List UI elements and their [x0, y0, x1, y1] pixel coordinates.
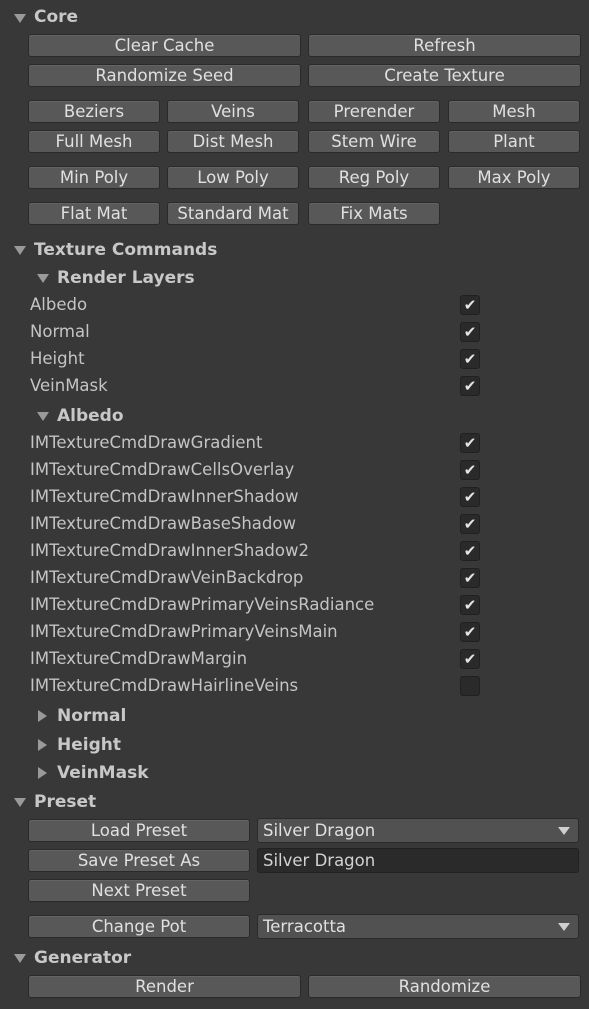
checkbox-label: Albedo — [30, 295, 88, 314]
beziers-button[interactable]: Beziers — [28, 100, 160, 123]
checkbox-label: Normal — [30, 322, 90, 341]
plant-button[interactable]: Plant — [448, 130, 580, 153]
section-core-title[interactable]: Core — [34, 7, 78, 27]
mesh-button[interactable]: Mesh — [448, 100, 580, 123]
render-layers-title[interactable]: Render Layers — [57, 268, 195, 288]
expand-arrow-icon[interactable] — [14, 798, 26, 807]
checkbox-label: IMTextureCmdDrawMargin — [30, 649, 248, 668]
collapsed-arrow-icon[interactable] — [38, 767, 47, 779]
dropdown-arrow-icon — [558, 923, 570, 931]
checkmark-icon: ✔ — [463, 569, 477, 587]
checkbox-checked[interactable]: ✔ — [460, 349, 480, 369]
preset-name-field[interactable]: Silver Dragon — [257, 848, 579, 873]
checkmark-icon: ✔ — [463, 461, 477, 479]
expand-arrow-icon[interactable] — [14, 14, 26, 23]
next-preset-button[interactable]: Next Preset — [28, 879, 250, 902]
flat-mat-button[interactable]: Flat Mat — [28, 202, 160, 225]
checkbox-label: IMTextureCmdDrawCellsOverlay — [30, 460, 295, 479]
checkbox-label: IMTextureCmdDrawVeinBackdrop — [30, 568, 304, 587]
checkbox-checked[interactable]: ✔ — [460, 487, 480, 507]
fix-mats-button[interactable]: Fix Mats — [308, 202, 440, 225]
checkbox-checked[interactable]: ✔ — [460, 649, 480, 669]
full-mesh-button[interactable]: Full Mesh — [28, 130, 160, 153]
albedo-title[interactable]: Albedo — [57, 406, 124, 426]
checkmark-icon: ✔ — [463, 515, 477, 533]
checkbox-checked[interactable]: ✔ — [460, 568, 480, 588]
collapsed-arrow-icon[interactable] — [38, 710, 47, 722]
checkbox-label: IMTextureCmdDrawHairlineVeins — [30, 676, 299, 695]
veinmask-foldout-title[interactable]: VeinMask — [57, 763, 149, 783]
section-preset-title[interactable]: Preset — [34, 792, 96, 812]
clear-cache-button[interactable]: Clear Cache — [28, 34, 301, 57]
change-pot-button[interactable]: Change Pot — [28, 915, 250, 938]
veins-button[interactable]: Veins — [167, 100, 299, 123]
checkmark-icon: ✔ — [463, 488, 477, 506]
checkbox-label: Height — [30, 349, 85, 368]
expand-arrow-icon[interactable] — [37, 412, 49, 421]
checkbox-checked[interactable]: ✔ — [460, 595, 480, 615]
checkmark-icon: ✔ — [463, 350, 477, 368]
expand-arrow-icon[interactable] — [14, 954, 26, 963]
section-generator-title[interactable]: Generator — [34, 948, 131, 968]
reg-poly-button[interactable]: Reg Poly — [308, 166, 440, 189]
low-poly-button[interactable]: Low Poly — [167, 166, 299, 189]
checkbox-label: VeinMask — [30, 376, 108, 395]
refresh-button[interactable]: Refresh — [308, 34, 581, 57]
standard-mat-button[interactable]: Standard Mat — [167, 202, 299, 225]
checkmark-icon: ✔ — [463, 434, 477, 452]
min-poly-button[interactable]: Min Poly — [28, 166, 160, 189]
pot-dropdown-value: Terracotta — [263, 917, 347, 936]
checkbox-label: IMTextureCmdDrawGradient — [30, 433, 263, 452]
normal-foldout-title[interactable]: Normal — [57, 706, 126, 726]
preset-dropdown[interactable]: Silver Dragon — [257, 818, 579, 843]
load-preset-button[interactable]: Load Preset — [28, 819, 250, 842]
checkbox-label: IMTextureCmdDrawPrimaryVeinsMain — [30, 622, 338, 641]
checkbox-checked[interactable]: ✔ — [460, 376, 480, 396]
max-poly-button[interactable]: Max Poly — [448, 166, 580, 189]
checkbox-checked[interactable]: ✔ — [460, 322, 480, 342]
checkbox-checked[interactable]: ✔ — [460, 433, 480, 453]
checkmark-icon: ✔ — [463, 296, 477, 314]
checkbox-checked[interactable]: ✔ — [460, 541, 480, 561]
render-button[interactable]: Render — [28, 975, 301, 998]
dropdown-arrow-icon — [558, 827, 570, 835]
checkmark-icon: ✔ — [463, 650, 477, 668]
expand-arrow-icon[interactable] — [14, 246, 26, 255]
checkmark-icon: ✔ — [463, 623, 477, 641]
checkbox-checked[interactable]: ✔ — [460, 622, 480, 642]
save-preset-as-button[interactable]: Save Preset As — [28, 849, 250, 872]
checkbox-label: IMTextureCmdDrawInnerShadow — [30, 487, 299, 506]
preset-dropdown-value: Silver Dragon — [263, 821, 376, 840]
checkbox-checked[interactable]: ✔ — [460, 514, 480, 534]
dist-mesh-button[interactable]: Dist Mesh — [167, 130, 299, 153]
pot-dropdown[interactable]: Terracotta — [257, 914, 579, 939]
checkbox-label: IMTextureCmdDrawBaseShadow — [30, 514, 296, 533]
prerender-button[interactable]: Prerender — [308, 100, 440, 123]
checkmark-icon: ✔ — [463, 323, 477, 341]
checkbox-label: IMTextureCmdDrawPrimaryVeinsRadiance — [30, 595, 375, 614]
checkbox-checked[interactable]: ✔ — [460, 460, 480, 480]
randomize-seed-button[interactable]: Randomize Seed — [28, 64, 301, 87]
stem-wire-button[interactable]: Stem Wire — [308, 130, 440, 153]
checkbox-label: IMTextureCmdDrawInnerShadow2 — [30, 541, 309, 560]
checkmark-icon: ✔ — [463, 596, 477, 614]
expand-arrow-icon[interactable] — [37, 274, 49, 283]
randomize-button[interactable]: Randomize — [308, 975, 581, 998]
checkbox-unchecked[interactable] — [460, 676, 480, 696]
checkbox-checked[interactable]: ✔ — [460, 295, 480, 315]
checkmark-icon: ✔ — [463, 542, 477, 560]
checkmark-icon: ✔ — [463, 377, 477, 395]
create-texture-button[interactable]: Create Texture — [308, 64, 581, 87]
section-texture-commands-title[interactable]: Texture Commands — [34, 240, 217, 260]
collapsed-arrow-icon[interactable] — [38, 739, 47, 751]
height-foldout-title[interactable]: Height — [57, 735, 121, 755]
